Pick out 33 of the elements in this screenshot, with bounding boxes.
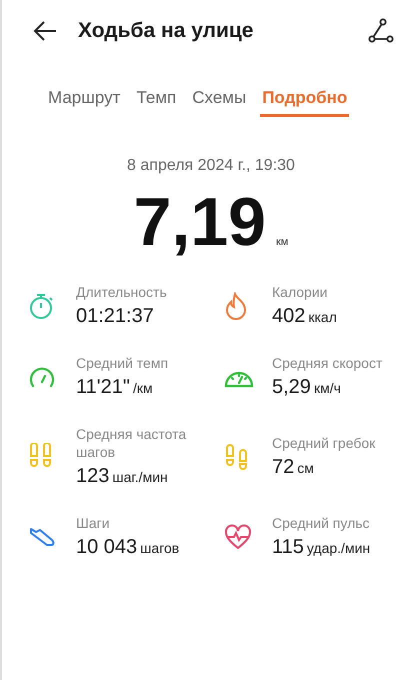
page-title: Ходьба на улице: [78, 19, 254, 43]
stat-unit: /км: [132, 380, 153, 396]
stat-unit: удар./мин: [306, 540, 370, 556]
stat-value: 10 043: [76, 536, 138, 559]
tab[interactable]: Маршрут: [46, 88, 122, 117]
stat-unit: ккал: [308, 309, 337, 325]
distance-value: 7,19: [134, 183, 266, 261]
stat-value: 72: [272, 456, 294, 479]
stat-label: Средний гребок: [272, 434, 376, 452]
stat-value: 115: [272, 536, 304, 559]
back-icon[interactable]: [32, 20, 58, 42]
stat-label: Средний пульс: [272, 514, 371, 532]
stat-value: 5,29: [272, 376, 311, 399]
stat-label: Средняя скорост: [272, 354, 384, 372]
stat-unit: шаг./мин: [112, 469, 168, 485]
distance-unit: км: [276, 236, 288, 248]
workout-date: 8 апреля 2024 г., 19:30: [126, 157, 296, 175]
stat-unit: см: [297, 460, 314, 476]
stat-value: 402: [272, 305, 306, 328]
stat-label: Шаги: [76, 514, 111, 532]
stat-unit: шагов: [140, 540, 180, 556]
stat-value: 01:21:37: [76, 305, 154, 328]
stat-label: Калории: [272, 283, 328, 301]
stat-value: 123: [76, 465, 110, 488]
tab[interactable]: Подробно: [260, 88, 350, 117]
route-icon[interactable]: [368, 18, 394, 44]
stat-label: Средний темп: [76, 354, 170, 372]
stat-value: 11'21": [76, 376, 130, 399]
tab[interactable]: Темп: [134, 88, 178, 117]
tab[interactable]: Схемы: [190, 88, 248, 117]
stat-label: Средняя частота шагов: [76, 425, 188, 461]
stat-label: Длительность: [76, 283, 168, 301]
stat-unit: км/ч: [314, 380, 341, 396]
